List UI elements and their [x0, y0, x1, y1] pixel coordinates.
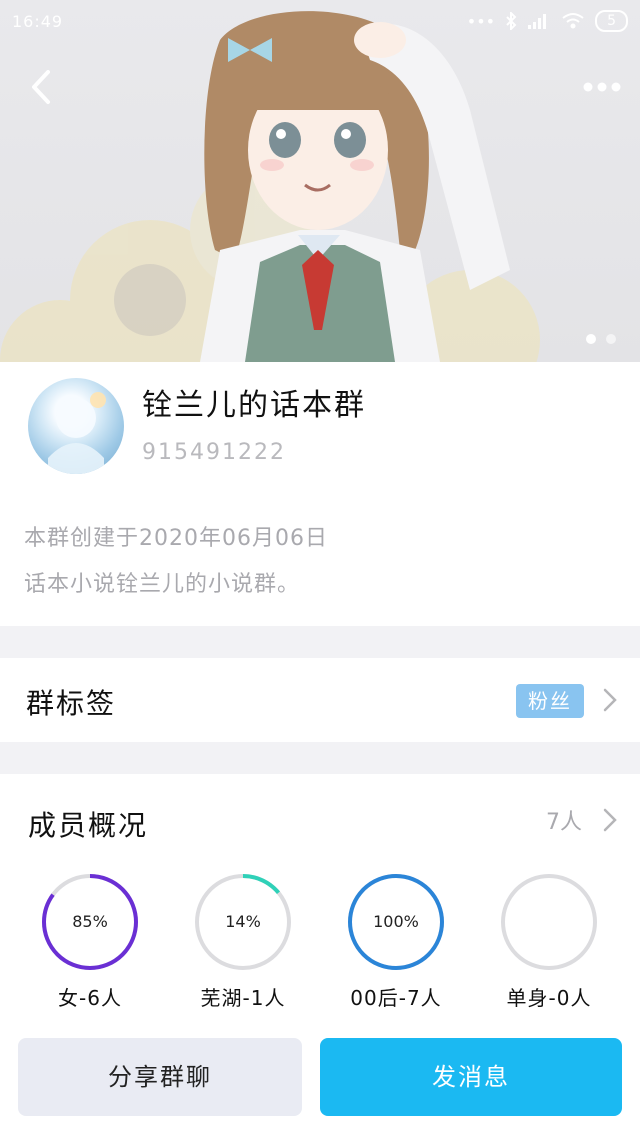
member-stat-single[interactable]: 单身-0人	[489, 872, 609, 1011]
pager-dot-active	[586, 334, 596, 344]
status-icons: ••• 5	[467, 10, 628, 32]
member-overview-title: 成员概况	[28, 809, 149, 842]
wifi-icon	[562, 13, 584, 29]
member-stat-female[interactable]: 85% 女-6人	[30, 872, 150, 1011]
group-id: 915491222	[142, 440, 286, 465]
group-tags-row[interactable]: 群标签 粉丝	[0, 658, 640, 742]
member-overview-section: 成员概况 7人 85% 女-6人 14% 芜湖-1人 100% 00后-7人 单…	[0, 774, 640, 1036]
stat-label: 女-6人	[58, 986, 122, 1010]
stat-percent: 14%	[225, 912, 261, 931]
share-group-button[interactable]: 分享群聊	[18, 1038, 302, 1116]
stat-ring: 14%	[193, 872, 293, 972]
status-time: 16:49	[12, 12, 64, 31]
group-description: 本群创建于2020年06月06日 话本小说铨兰儿的小说群。	[24, 516, 328, 608]
battery-icon: 5	[595, 10, 628, 32]
member-count[interactable]: 7人	[546, 804, 582, 836]
avatar-illustration	[48, 392, 106, 474]
back-button[interactable]	[22, 64, 62, 110]
cover-illustration	[0, 11, 540, 362]
stat-ring: 85%	[40, 872, 140, 972]
ring-chart	[501, 874, 597, 970]
description-line: 话本小说铨兰儿的小说群。	[24, 572, 301, 597]
group-info-section: 铨兰儿的话本群 915491222 本群创建于2020年06月06日 话本小说铨…	[0, 362, 640, 626]
stat-ring	[499, 872, 599, 972]
pager-dot	[606, 334, 616, 344]
more-dots-icon	[583, 82, 621, 92]
group-tags-title: 群标签	[26, 687, 117, 720]
stat-label: 00后-7人	[350, 986, 442, 1010]
cover-pager	[586, 334, 616, 344]
description-line: 本群创建于2020年06月06日	[24, 526, 328, 551]
status-bar: 16:49 ••• 5	[0, 0, 640, 44]
stat-ring: 100%	[346, 872, 446, 972]
send-message-button[interactable]: 发消息	[320, 1038, 622, 1116]
bottom-action-bar: 分享群聊 发消息	[0, 1036, 640, 1138]
back-arrow-icon	[32, 70, 50, 104]
stat-label: 芜湖-1人	[200, 986, 286, 1010]
signal-icon	[528, 14, 547, 29]
stat-percent: 85%	[72, 912, 108, 931]
chevron-right-icon	[603, 688, 617, 712]
group-tag-badge: 粉丝	[516, 684, 584, 718]
section-divider	[0, 742, 640, 774]
cover-banner[interactable]: 16:49 ••• 5	[0, 0, 640, 362]
more-dots-icon: •••	[466, 11, 496, 31]
member-stat-age[interactable]: 100% 00后-7人	[336, 872, 456, 1011]
chevron-right-icon[interactable]	[602, 806, 618, 834]
group-avatar[interactable]	[28, 378, 124, 474]
bluetooth-icon	[506, 12, 517, 30]
more-button[interactable]	[582, 72, 622, 102]
stat-percent: 100%	[373, 912, 419, 931]
section-divider	[0, 626, 640, 658]
stat-label: 单身-0人	[506, 986, 592, 1010]
member-stat-region[interactable]: 14% 芜湖-1人	[183, 872, 303, 1011]
group-name: 铨兰儿的话本群	[142, 388, 366, 423]
